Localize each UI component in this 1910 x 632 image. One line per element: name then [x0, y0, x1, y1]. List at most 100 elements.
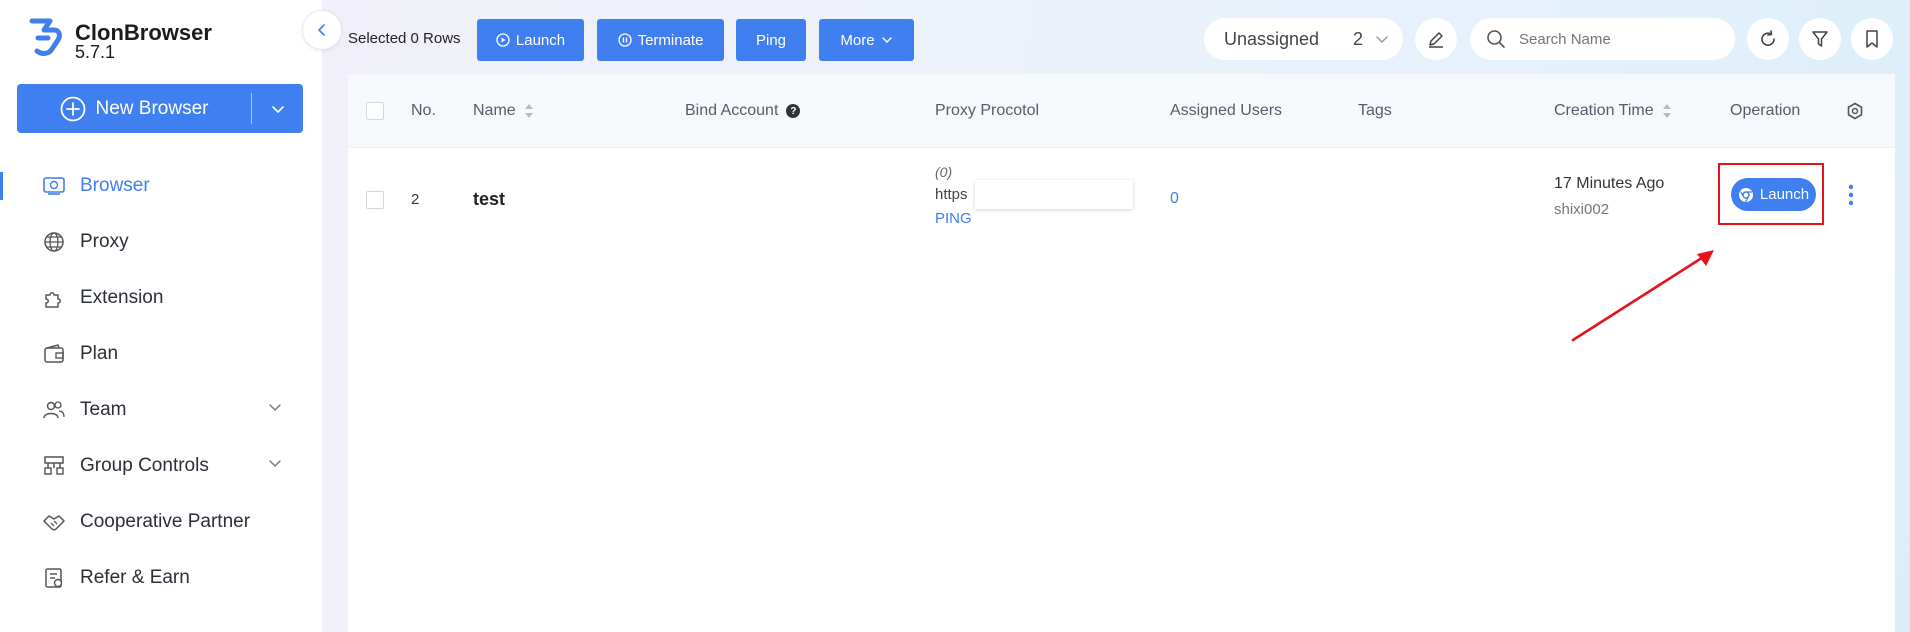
- creator-name: shixi002: [1554, 201, 1610, 218]
- filter-button[interactable]: [1799, 18, 1841, 60]
- search-icon: [1487, 30, 1505, 48]
- plus-circle-icon: [60, 96, 85, 121]
- pause-circle-icon: [617, 33, 632, 47]
- sidebar: ClonBrowser 5.7.1 New Browser Browser Pr…: [0, 0, 322, 632]
- column-assigned-users-label: Assigned Users: [1170, 102, 1283, 119]
- chevron-down-icon[interactable]: [268, 456, 282, 470]
- row-launch-button[interactable]: Launch: [1731, 178, 1816, 211]
- help-icon[interactable]: ?: [786, 104, 801, 118]
- column-no-label: No.: [411, 102, 436, 119]
- group-count: 2: [1353, 28, 1364, 49]
- assigned-users-count[interactable]: 0: [1170, 190, 1179, 208]
- browser-icon: [42, 174, 66, 198]
- terminate-button-label: Terminate: [637, 31, 704, 49]
- sidebar-item-group-controls[interactable]: Group Controls: [0, 438, 322, 494]
- more-vertical-icon[interactable]: [1848, 184, 1854, 206]
- new-browser-button[interactable]: New Browser: [17, 84, 303, 133]
- row-name: test: [473, 189, 506, 209]
- bookmark-button[interactable]: [1851, 18, 1893, 60]
- ping-link[interactable]: PING: [935, 210, 972, 227]
- sidebar-item-label: Cooperative Partner: [80, 511, 251, 532]
- new-browser-label: New Browser: [95, 97, 209, 119]
- pencil-icon: [1429, 32, 1443, 48]
- sidebar-item-team[interactable]: Team: [0, 382, 322, 438]
- column-proxy-protocol-label: Proxy Procotol: [935, 102, 1040, 119]
- column-bind-account: Bind Account ?: [685, 102, 801, 120]
- column-settings-icon[interactable]: [1846, 102, 1864, 120]
- sidebar-item-cooperative-partner[interactable]: Cooperative Partner: [0, 494, 322, 550]
- group-select[interactable]: Unassigned 2: [1204, 18, 1403, 60]
- column-creation-time-label: Creation Time: [1554, 102, 1654, 119]
- edit-group-button[interactable]: [1415, 18, 1457, 60]
- refresh-button[interactable]: [1747, 18, 1789, 60]
- chevron-down-icon: [881, 37, 892, 43]
- globe-icon: [42, 230, 66, 254]
- column-no: No.: [411, 102, 436, 120]
- proxy-address-redacted: [975, 180, 1133, 209]
- select-all-checkbox[interactable]: [366, 102, 384, 120]
- launch-button[interactable]: Launch: [477, 19, 584, 61]
- search-input[interactable]: [1519, 26, 1719, 52]
- refresh-icon: [1761, 30, 1775, 46]
- column-name-label: Name: [473, 102, 516, 119]
- invoice-icon: [42, 566, 66, 590]
- sidebar-item-proxy[interactable]: Proxy: [0, 214, 322, 270]
- chevron-left-icon: [318, 24, 325, 36]
- bookmark-icon: [1866, 30, 1878, 48]
- filter-icon: [1812, 31, 1828, 47]
- sidebar-item-label: Refer & Earn: [80, 567, 190, 588]
- app-version: 5.7.1: [75, 42, 116, 62]
- search-box[interactable]: [1470, 18, 1735, 60]
- sidebar-item-browser[interactable]: Browser: [0, 158, 322, 214]
- sort-icon[interactable]: [524, 103, 534, 119]
- sitemap-icon: [42, 454, 66, 478]
- team-icon: [42, 398, 66, 422]
- new-browser-main[interactable]: New Browser: [17, 84, 251, 133]
- puzzle-icon: [42, 286, 66, 310]
- sidebar-item-plan[interactable]: Plan: [0, 326, 322, 382]
- terminate-button[interactable]: Terminate: [597, 19, 724, 61]
- proxy-count: (0): [935, 164, 953, 180]
- more-button-label: More: [840, 31, 875, 49]
- column-tags-label: Tags: [1358, 102, 1392, 119]
- browser-table: No. Name Bind Account ? Proxy Procotol A…: [348, 74, 1895, 632]
- column-bind-account-label: Bind Account: [685, 102, 779, 119]
- row-checkbox[interactable]: [366, 191, 384, 209]
- column-assigned-users: Assigned Users: [1170, 102, 1282, 120]
- clonbrowser-logo-icon: [29, 18, 62, 56]
- more-button[interactable]: More: [819, 19, 914, 61]
- chrome-icon: [1738, 187, 1753, 202]
- table-header: No. Name Bind Account ? Proxy Procotol A…: [348, 74, 1895, 148]
- column-tags: Tags: [1358, 102, 1392, 120]
- column-name[interactable]: Name: [473, 102, 534, 120]
- chevron-down-icon: [1376, 36, 1388, 43]
- sort-icon[interactable]: [1662, 103, 1672, 119]
- new-browser-dropdown[interactable]: [252, 84, 303, 133]
- column-creation-time[interactable]: Creation Time: [1554, 102, 1672, 120]
- sidebar-item-extension[interactable]: Extension: [0, 270, 322, 326]
- proxy-type: https: [935, 186, 968, 203]
- selected-rows-text: Selected 0 Rows: [348, 30, 461, 47]
- row-launch-label: Launch: [1759, 186, 1810, 203]
- collapse-sidebar-button[interactable]: [302, 10, 342, 50]
- group-select-label: Unassigned: [1224, 28, 1320, 49]
- sidebar-item-refer-earn[interactable]: Refer & Earn: [0, 550, 322, 606]
- play-circle-icon: [496, 33, 510, 47]
- column-operation-label: Operation: [1730, 102, 1801, 119]
- column-operation: Operation: [1730, 102, 1800, 120]
- chevron-down-icon: [271, 105, 284, 113]
- sidebar-item-label: Plan: [80, 343, 119, 364]
- chevron-down-icon[interactable]: [268, 400, 282, 414]
- sidebar-item-label: Group Controls: [80, 455, 209, 476]
- sidebar-item-label: Browser: [80, 175, 150, 196]
- ping-button-label: Ping: [755, 31, 787, 49]
- column-proxy-protocol: Proxy Procotol: [935, 102, 1039, 120]
- sidebar-nav: Browser Proxy Extension Plan Team Group …: [0, 158, 322, 606]
- wallet-icon: [42, 342, 66, 366]
- launch-button-label: Launch: [515, 31, 566, 49]
- sidebar-item-label: Team: [80, 399, 127, 420]
- sidebar-item-label: Proxy: [80, 231, 129, 252]
- creation-time: 17 Minutes Ago: [1554, 175, 1665, 192]
- ping-button[interactable]: Ping: [736, 19, 806, 61]
- row-number: 2: [411, 191, 420, 208]
